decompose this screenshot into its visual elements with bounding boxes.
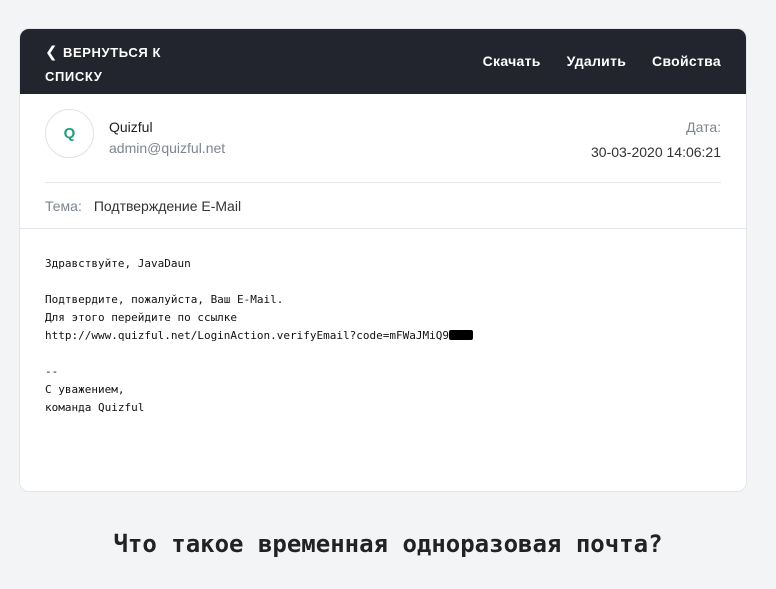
date-label: Дата: (686, 119, 721, 135)
message-line: Для этого перейдите по ссылке (45, 311, 238, 324)
signature-separator: -- (45, 365, 59, 378)
sender-avatar: Q (45, 109, 94, 158)
section-heading: Что такое временная одноразовая почта? (113, 530, 663, 558)
verify-link[interactable]: http://www.quizful.net/LoginAction.verif… (45, 329, 449, 342)
signature-line: команда Quizful (45, 401, 145, 414)
back-to-list-button[interactable]: ❮ ВЕРНУТЬСЯ К СПИСКУ (45, 41, 195, 89)
sender-email: admin@quizful.net (109, 140, 226, 156)
message-greeting: Здравствуйте, JavaDaun (45, 257, 191, 270)
sender-name: Quizful (109, 119, 153, 135)
redaction-mark (448, 330, 473, 340)
subject-value: Подтверждение E-Mail (93, 198, 242, 214)
divider (45, 182, 721, 183)
divider (20, 228, 746, 229)
email-toolbar: ❮ ВЕРНУТЬСЯ К СПИСКУ Скачать Удалить Свой… (20, 29, 746, 94)
date-value: 30-03-2020 14:06:21 (591, 144, 721, 160)
message-line: Подтвердите, пожалуйста, Ваш E-Mail. (45, 293, 284, 306)
email-actions: Скачать Удалить Свойства (461, 53, 721, 69)
subject-row: Тема: Подтверждение E-Mail (45, 198, 241, 214)
subject-label: Тема: (45, 198, 82, 214)
sender-header: Q Quizful admin@quizful.net Дата: 30-03-… (20, 94, 746, 184)
delete-button[interactable]: Удалить (567, 53, 627, 69)
email-card: ❮ ВЕРНУТЬСЯ К СПИСКУ Скачать Удалить Свой… (19, 28, 747, 492)
back-to-list-label: ВЕРНУТЬСЯ К СПИСКУ (45, 45, 162, 84)
download-button[interactable]: Скачать (483, 53, 541, 69)
properties-button[interactable]: Свойства (652, 53, 721, 69)
message-body: Здравствуйте, JavaDaun Подтвердите, пожа… (45, 255, 726, 417)
chevron-left-icon: ❮ (45, 44, 59, 61)
signature-line: С уважением, (45, 383, 125, 396)
